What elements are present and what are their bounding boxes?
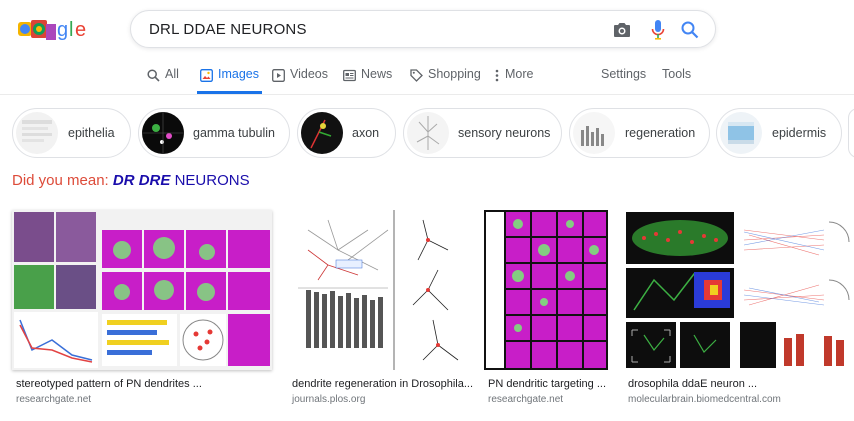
microphone-icon[interactable] bbox=[647, 19, 669, 41]
corrected-query-rest[interactable]: NEURONS bbox=[175, 172, 250, 189]
chip-label: regeneration bbox=[625, 126, 696, 140]
search-input[interactable] bbox=[149, 11, 589, 47]
news-icon bbox=[343, 69, 356, 82]
header-divider bbox=[0, 94, 854, 95]
tab-shopping[interactable]: Shopping bbox=[410, 60, 481, 94]
result-title[interactable]: PN dendritic targeting ... bbox=[488, 378, 606, 390]
tab-all[interactable]: All bbox=[147, 60, 179, 94]
tools-label: Tools bbox=[662, 67, 692, 81]
result-title[interactable]: stereotyped pattern of PN dendrites ... bbox=[16, 378, 202, 390]
chip-epidermis[interactable]: epidermis bbox=[716, 108, 842, 158]
result-thumbnail[interactable] bbox=[624, 210, 854, 370]
chip-epithelia[interactable]: epithelia bbox=[12, 108, 131, 158]
tab-label: All bbox=[165, 67, 179, 81]
result-thumbnail[interactable] bbox=[288, 210, 468, 370]
chip-regeneration[interactable]: regeneration bbox=[569, 108, 710, 158]
svg-text:l: l bbox=[69, 19, 73, 41]
chip-thumbnail bbox=[301, 112, 343, 154]
tools-link[interactable]: Tools bbox=[662, 60, 691, 94]
chip-thumbnail bbox=[142, 112, 184, 154]
chip-axon[interactable]: axon bbox=[297, 108, 396, 158]
tab-label: Videos bbox=[290, 67, 328, 81]
result-source: molecularbrain.biomedcentral.com bbox=[628, 394, 781, 405]
search-box[interactable] bbox=[130, 10, 716, 48]
tab-images[interactable]: Images bbox=[197, 60, 262, 94]
settings-label: Settings bbox=[601, 67, 647, 81]
corrected-query-link[interactable]: DR DRE bbox=[113, 172, 171, 189]
result-title[interactable]: drosophila ddaE neuron ... bbox=[628, 378, 757, 390]
camera-icon[interactable] bbox=[611, 19, 633, 41]
image-result[interactable]: stereotyped pattern of PN dendrites ... … bbox=[12, 210, 272, 405]
chip-thumbnail bbox=[16, 112, 58, 154]
tab-videos[interactable]: Videos bbox=[272, 60, 328, 94]
chip-label: epithelia bbox=[68, 126, 115, 140]
search-icon[interactable] bbox=[679, 19, 701, 41]
tag-icon bbox=[410, 69, 423, 82]
tab-label: News bbox=[361, 67, 393, 81]
image-result[interactable]: dendrite regeneration in Drosophila... j… bbox=[288, 210, 473, 405]
chip-label: epidermis bbox=[772, 126, 827, 140]
result-title[interactable]: dendrite regeneration in Drosophila... bbox=[292, 378, 473, 390]
did-you-mean: Did you mean: DR DRE NEURONS bbox=[12, 172, 250, 189]
image-icon bbox=[200, 69, 213, 82]
result-thumbnail[interactable] bbox=[12, 210, 272, 370]
tab-news[interactable]: News bbox=[343, 60, 392, 94]
settings-link[interactable]: Settings bbox=[601, 60, 646, 94]
tab-label: Images bbox=[218, 67, 259, 81]
result-source: journals.plos.org bbox=[292, 394, 366, 405]
svg-text:e: e bbox=[75, 19, 86, 41]
image-result[interactable]: drosophila ddaE neuron ... molecularbrai… bbox=[624, 210, 854, 405]
chip-label: axon bbox=[352, 126, 380, 140]
search-tabs: All Images Videos News Shopping More Set… bbox=[0, 60, 854, 94]
tab-label: More bbox=[505, 67, 534, 81]
chip-gamma-tubulin[interactable]: gamma tubulin bbox=[138, 108, 290, 158]
chip-partial[interactable] bbox=[848, 108, 854, 158]
video-icon bbox=[272, 69, 285, 82]
result-thumbnail[interactable] bbox=[484, 210, 608, 370]
did-you-mean-label: Did you mean: bbox=[12, 172, 109, 189]
image-result[interactable]: PN dendritic targeting ... researchgate.… bbox=[484, 210, 608, 405]
chip-sensory-neurons[interactable]: sensory neurons bbox=[403, 108, 562, 158]
svg-text:g: g bbox=[57, 19, 68, 41]
more-vert-icon bbox=[495, 69, 499, 82]
chip-thumbnail bbox=[720, 112, 762, 154]
search-icon bbox=[147, 69, 160, 82]
chip-thumbnail bbox=[573, 112, 615, 154]
tab-more[interactable]: More bbox=[494, 60, 533, 94]
result-source: researchgate.net bbox=[488, 394, 564, 405]
tab-label: Shopping bbox=[428, 67, 481, 81]
chip-label: gamma tubulin bbox=[193, 126, 275, 140]
chip-thumbnail bbox=[407, 112, 449, 154]
google-doodle-logo[interactable]: g l e bbox=[16, 14, 98, 44]
chip-label: sensory neurons bbox=[458, 126, 551, 140]
result-source: researchgate.net bbox=[16, 394, 92, 405]
